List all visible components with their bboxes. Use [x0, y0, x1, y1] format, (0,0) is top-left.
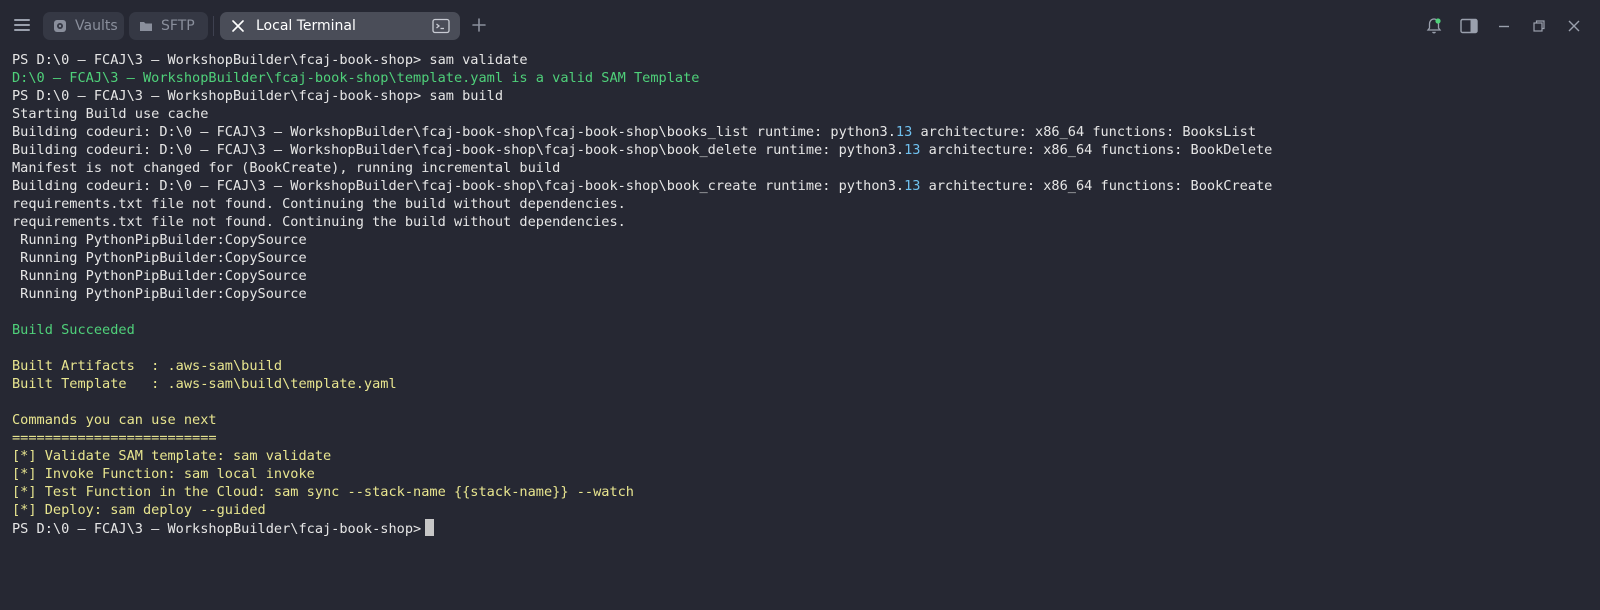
- terminal-text: architecture: x86_64 functions: BooksLis…: [912, 124, 1256, 140]
- terminal-text: 13: [904, 142, 921, 158]
- terminal-text: Running PythonPipBuilder:CopySource: [12, 268, 307, 284]
- terminal-text: requirements.txt file not found. Continu…: [12, 214, 626, 230]
- text-cursor: [425, 519, 435, 536]
- terminal-line: Manifest is not changed for (BookCreate)…: [12, 159, 1592, 177]
- prompt-line[interactable]: PS D:\0 – FCAJ\3 – WorkshopBuilder\fcaj-…: [12, 519, 1592, 537]
- terminal-text: Running PythonPipBuilder:CopySource: [12, 286, 307, 302]
- terminal-text: Built Artifacts : .aws-sam\build: [12, 358, 283, 374]
- tab-label: Vaults: [75, 18, 118, 34]
- terminal-text: =========================: [12, 430, 217, 446]
- terminal-line: Running PythonPipBuilder:CopySource: [12, 231, 1592, 249]
- terminal-line: requirements.txt file not found. Continu…: [12, 195, 1592, 213]
- vault-icon: [53, 19, 67, 33]
- terminal-text: PS D:\0 – FCAJ\3 – WorkshopBuilder\fcaj-…: [12, 88, 504, 104]
- notification-bell-icon[interactable]: [1424, 16, 1444, 36]
- folder-icon: [139, 19, 153, 33]
- tab-label: SFTP: [161, 18, 195, 34]
- terminal-text: architecture: x86_64 functions: BookCrea…: [920, 178, 1273, 194]
- terminal-line: Building codeuri: D:\0 – FCAJ\3 – Worksh…: [12, 141, 1592, 159]
- panel-toggle-icon[interactable]: [1459, 16, 1479, 36]
- terminal-line: Commands you can use next: [12, 411, 1592, 429]
- terminal-text: Building codeuri: D:\0 – FCAJ\3 – Worksh…: [12, 178, 905, 194]
- terminal-text: Running PythonPipBuilder:CopySource: [12, 232, 307, 248]
- terminal-line: D:\0 – FCAJ\3 – WorkshopBuilder\fcaj-boo…: [12, 69, 1592, 87]
- terminal-text: Building codeuri: D:\0 – FCAJ\3 – Worksh…: [12, 124, 896, 140]
- terminal-text: Running PythonPipBuilder:CopySource: [12, 250, 307, 266]
- terminal-line: Running PythonPipBuilder:CopySource: [12, 267, 1592, 285]
- terminal-text: Commands you can use next: [12, 412, 217, 428]
- terminal-line: Building codeuri: D:\0 – FCAJ\3 – Worksh…: [12, 123, 1592, 141]
- prompt-text: PS D:\0 – FCAJ\3 – WorkshopBuilder\fcaj-…: [12, 521, 422, 537]
- terminal-text: [*] Deploy: sam deploy --guided: [12, 502, 266, 518]
- tab-local-terminal[interactable]: Local Terminal: [220, 12, 460, 40]
- terminal-output[interactable]: PS D:\0 – FCAJ\3 – WorkshopBuilder\fcaj-…: [12, 51, 1592, 596]
- close-icon[interactable]: [1564, 16, 1584, 36]
- close-tab-icon[interactable]: [232, 20, 244, 32]
- terminal-line: PS D:\0 – FCAJ\3 – WorkshopBuilder\fcaj-…: [12, 51, 1592, 69]
- terminal-line: [*] Test Function in the Cloud: sam sync…: [12, 483, 1592, 501]
- terminal-text: architecture: x86_64 functions: BookDele…: [920, 142, 1273, 158]
- menu-icon[interactable]: [12, 16, 34, 34]
- tab-vaults[interactable]: Vaults: [43, 12, 124, 40]
- terminal-text: Built Template : .aws-sam\build\template…: [12, 376, 397, 392]
- minimize-icon[interactable]: [1494, 16, 1514, 36]
- terminal-text: Manifest is not changed for (BookCreate)…: [12, 160, 561, 176]
- terminal-line: [*] Validate SAM template: sam validate: [12, 447, 1592, 465]
- plus-icon[interactable]: [470, 16, 488, 34]
- tab-label: Local Terminal: [256, 18, 356, 34]
- terminal-text: 13: [904, 178, 921, 194]
- tab-divider: [213, 16, 214, 36]
- terminal-line: Building codeuri: D:\0 – FCAJ\3 – Worksh…: [12, 177, 1592, 195]
- terminal-line: requirements.txt file not found. Continu…: [12, 213, 1592, 231]
- terminal-line: Running PythonPipBuilder:CopySource: [12, 285, 1592, 303]
- restore-icon[interactable]: [1529, 16, 1549, 36]
- tab-sftp[interactable]: SFTP: [129, 12, 208, 40]
- terminal-line: PS D:\0 – FCAJ\3 – WorkshopBuilder\fcaj-…: [12, 87, 1592, 105]
- terminal-text: Building codeuri: D:\0 – FCAJ\3 – Worksh…: [12, 142, 905, 158]
- terminal-line: Starting Build use cache: [12, 105, 1592, 123]
- terminal-line: Built Artifacts : .aws-sam\build: [12, 357, 1592, 375]
- terminal-line: Built Template : .aws-sam\build\template…: [12, 375, 1592, 393]
- terminal-text: D:\0 – FCAJ\3 – WorkshopBuilder\fcaj-boo…: [12, 70, 700, 86]
- terminal-line: Running PythonPipBuilder:CopySource: [12, 249, 1592, 267]
- terminal-text: [*] Invoke Function: sam local invoke: [12, 466, 315, 482]
- terminal-line: Build Succeeded: [12, 321, 1592, 339]
- terminal-text: [*] Validate SAM template: sam validate: [12, 448, 332, 464]
- terminal-text: Build Succeeded: [12, 322, 135, 338]
- terminal-text: 13: [895, 124, 913, 140]
- terminal-text: requirements.txt file not found. Continu…: [12, 196, 626, 212]
- terminal-text: [*] Test Function in the Cloud: sam sync…: [12, 484, 634, 500]
- terminal-line: [*] Deploy: sam deploy --guided: [12, 501, 1592, 519]
- terminal-text: PS D:\0 – FCAJ\3 – WorkshopBuilder\fcaj-…: [12, 52, 528, 68]
- terminal-icon: [432, 18, 450, 34]
- terminal-line: [*] Invoke Function: sam local invoke: [12, 465, 1592, 483]
- title-bar: Vaults SFTP Local Terminal: [0, 0, 1600, 50]
- terminal-text: Starting Build use cache: [12, 106, 209, 122]
- terminal-line: =========================: [12, 429, 1592, 447]
